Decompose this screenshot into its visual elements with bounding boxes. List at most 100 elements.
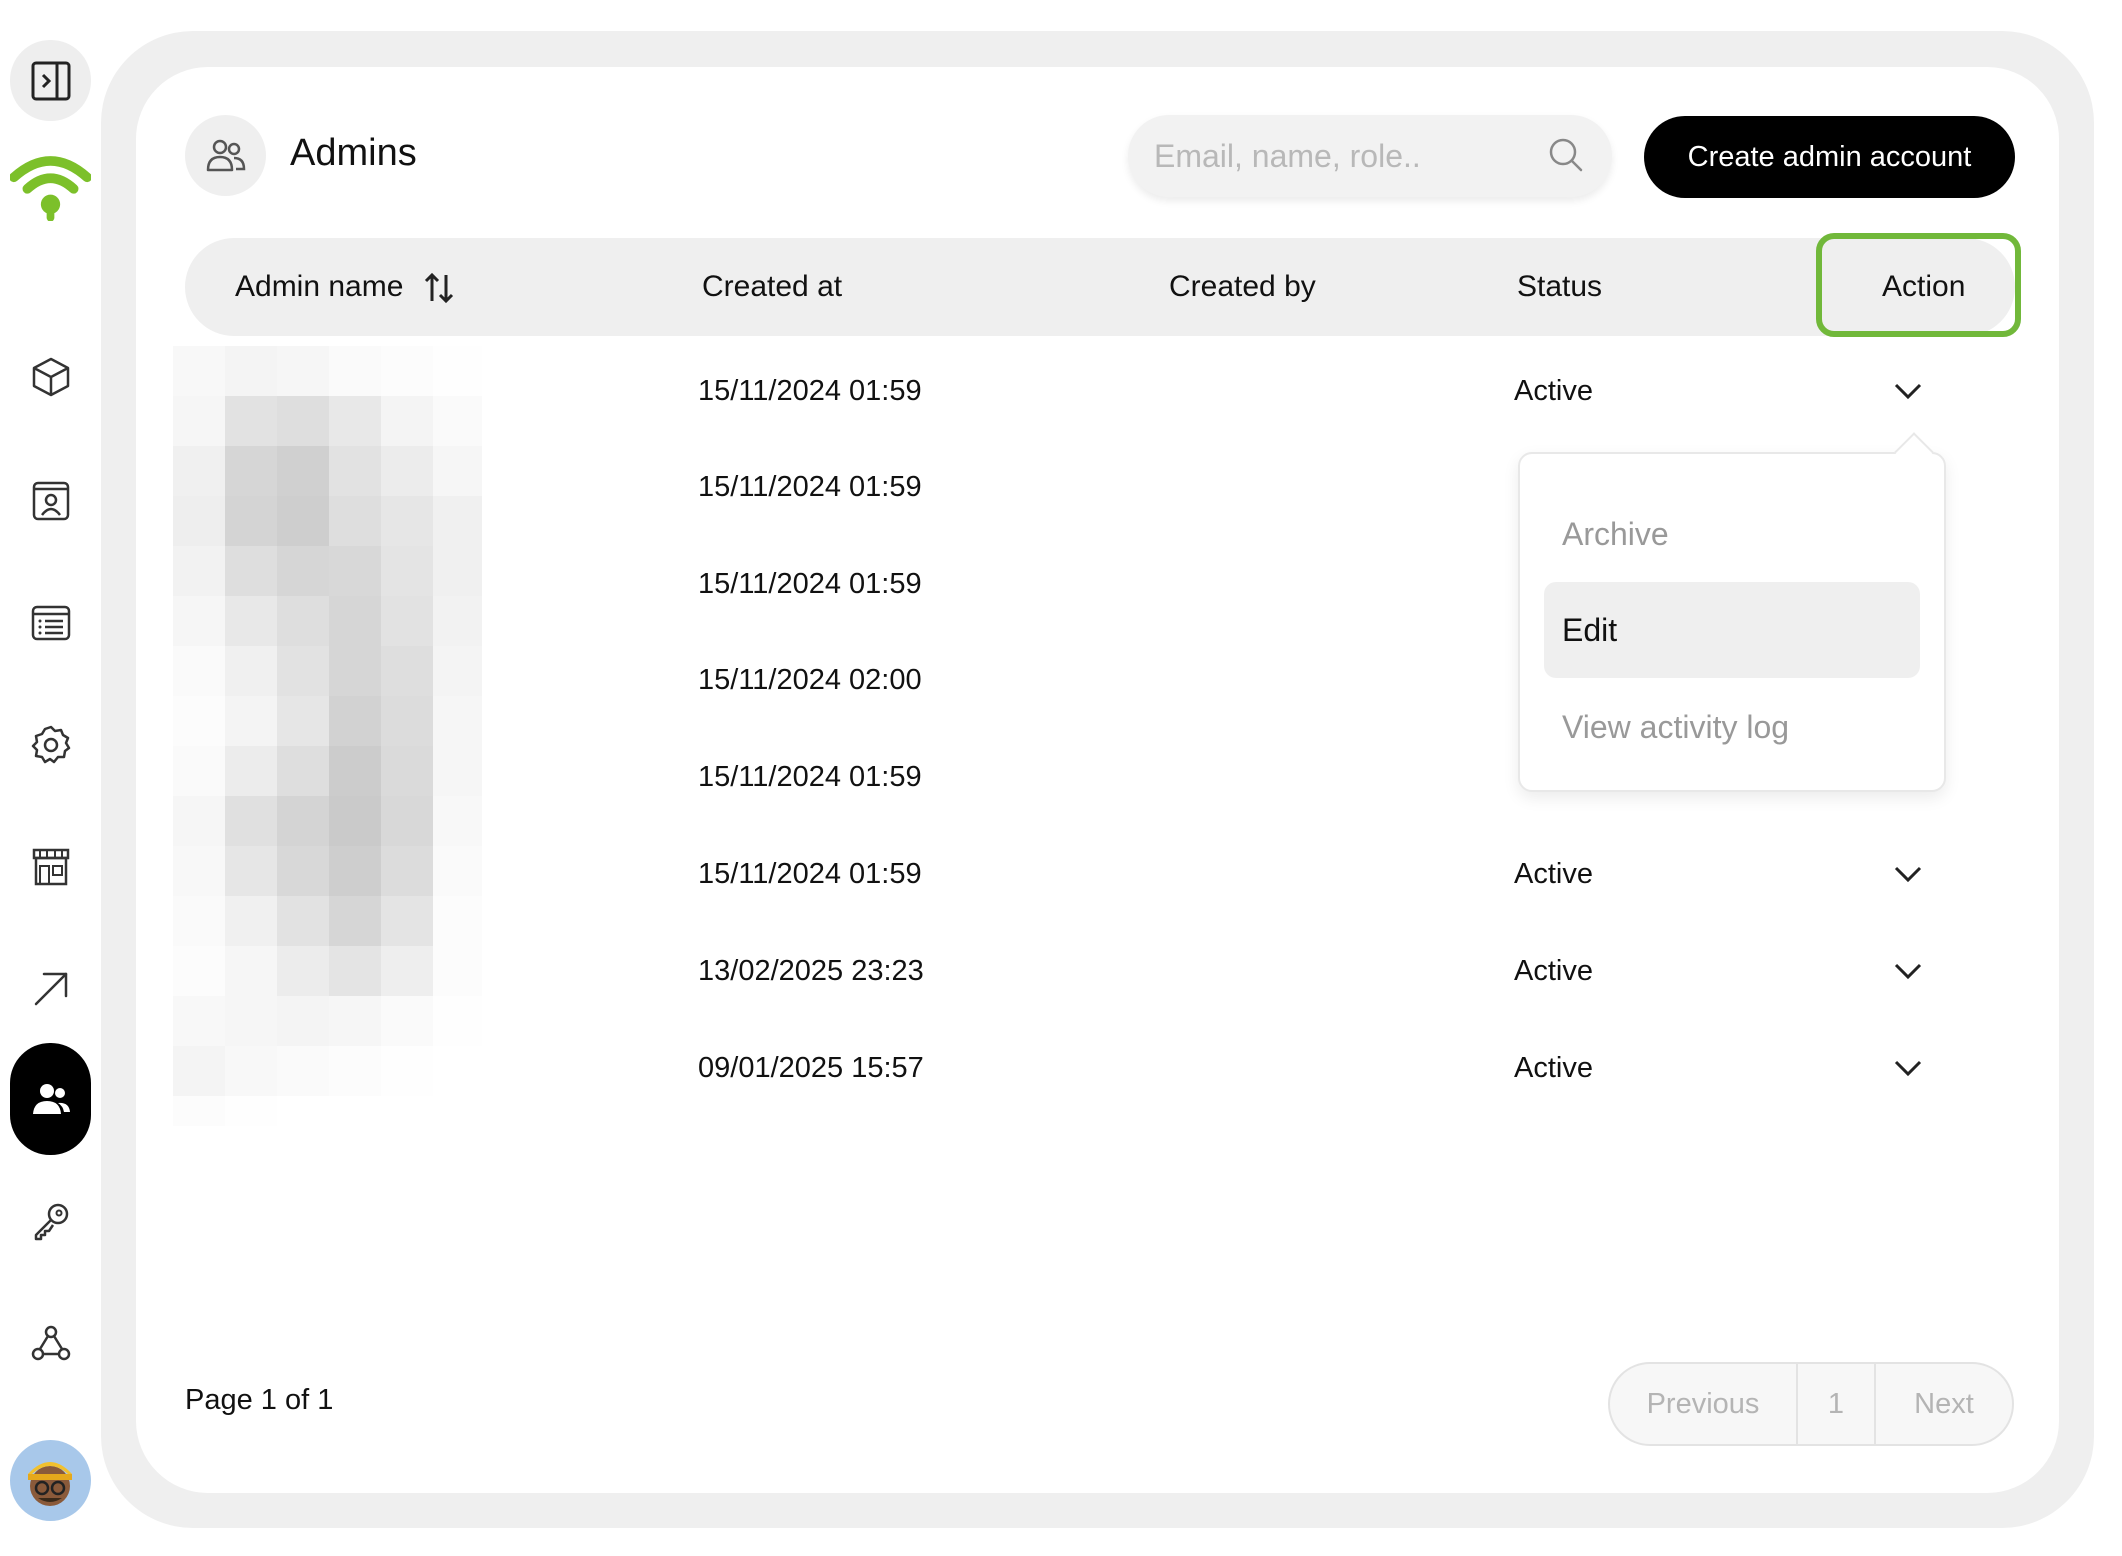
sidebar-item-api-keys[interactable] (10, 1176, 91, 1266)
redaction-pixel (329, 896, 382, 947)
redaction-pixel (173, 946, 226, 997)
redaction-pixel (381, 496, 434, 547)
redaction-pixel (433, 896, 482, 947)
sort-icon[interactable] (424, 271, 454, 305)
users-icon (32, 1084, 70, 1114)
next-button[interactable]: Next (1876, 1364, 2012, 1444)
search-icon[interactable] (1546, 135, 1586, 175)
redaction-pixel (433, 446, 482, 497)
previous-button[interactable]: Previous (1610, 1364, 1796, 1444)
brand-logo[interactable] (10, 146, 91, 224)
column-header-admin-name[interactable]: Admin name (235, 238, 454, 336)
redaction-pixel (381, 1096, 434, 1126)
redaction-pixel (225, 446, 278, 497)
redaction-pixel (381, 446, 434, 497)
redaction-pixel (277, 546, 330, 597)
redaction-pixel (381, 796, 434, 847)
chevron-down-icon[interactable] (1893, 1059, 1923, 1077)
created-at-cell: 15/11/2024 01:59 (698, 858, 922, 890)
status-cell: Active (1514, 858, 1593, 890)
redaction-pixel (277, 846, 330, 897)
sidebar-toggle-button[interactable] (10, 40, 91, 121)
chevron-down-icon[interactable] (1893, 382, 1923, 400)
sidebar-item-analytics[interactable] (10, 944, 91, 1034)
create-admin-button[interactable]: Create admin account (1644, 116, 2015, 198)
redaction-pixel (225, 646, 278, 697)
action-column-highlight (1816, 233, 2021, 337)
sidebar-item-stores[interactable] (10, 822, 91, 912)
redaction-pixel (277, 596, 330, 647)
redaction-pixel (225, 396, 278, 447)
redaction-pixel (433, 846, 482, 897)
redaction-pixel (225, 1096, 278, 1126)
redaction-pixel (433, 746, 482, 797)
sidebar-item-products[interactable] (10, 332, 91, 422)
panel-toggle-icon (31, 61, 70, 100)
table-header: Admin name Created at Created by Status … (185, 238, 2015, 336)
redaction-pixel (173, 346, 226, 397)
users-outline-icon (206, 139, 245, 171)
pagination: Previous 1 Next (1608, 1362, 2014, 1446)
redaction-pixel (381, 596, 434, 647)
menu-item-archive[interactable]: Archive (1544, 486, 1920, 582)
redaction-pixel (277, 796, 330, 847)
wifi-logo-icon (10, 156, 91, 221)
sidebar-item-settings[interactable] (10, 700, 91, 790)
page-icon (185, 115, 266, 196)
redaction-pixel (433, 946, 482, 997)
created-at-cell: 15/11/2024 02:00 (698, 664, 922, 696)
redaction-pixel (277, 1096, 330, 1126)
chevron-down-icon[interactable] (1893, 865, 1923, 883)
redaction-pixel (329, 446, 382, 497)
redaction-pixel (433, 396, 482, 447)
chevron-down-icon[interactable] (1893, 962, 1923, 980)
redaction-pixel (433, 346, 482, 397)
page-number-button[interactable]: 1 (1796, 1364, 1876, 1444)
redaction-pixel (173, 896, 226, 947)
created-at-cell: 13/02/2025 23:23 (698, 955, 924, 987)
contact-card-icon (32, 481, 69, 521)
list-document-icon (31, 605, 70, 641)
menu-item-view-activity-log[interactable]: View activity log (1544, 679, 1920, 775)
redaction-pixel (329, 696, 382, 747)
column-header-created-at: Created at (702, 270, 843, 303)
redaction-pixel (329, 1096, 382, 1126)
sidebar-item-reports[interactable] (10, 578, 91, 668)
search-input[interactable] (1154, 115, 1534, 197)
redaction-pixel (277, 896, 330, 947)
created-at-cell: 15/11/2024 01:59 (698, 375, 922, 407)
redaction-pixel (433, 1096, 482, 1126)
redaction-pixel (225, 996, 278, 1047)
redaction-pixel (381, 946, 434, 997)
avatar[interactable] (10, 1440, 91, 1521)
redaction-pixel (433, 1046, 482, 1097)
redaction-pixel (433, 546, 482, 597)
redaction-pixel (225, 946, 278, 997)
redaction-pixel (277, 946, 330, 997)
redaction-pixel (277, 996, 330, 1047)
redaction-pixel (381, 846, 434, 897)
redaction-pixel (433, 696, 482, 747)
column-header-label: Admin name (235, 270, 404, 303)
redaction-pixel (329, 796, 382, 847)
sidebar-item-webhooks[interactable] (10, 1298, 91, 1388)
redaction-pixel (433, 796, 482, 847)
redaction-pixel (173, 546, 226, 597)
redaction-pixel (225, 546, 278, 597)
search-box[interactable] (1128, 115, 1612, 197)
menu-item-edit[interactable]: Edit (1544, 582, 1920, 678)
redaction-pixel (381, 396, 434, 447)
redaction-pixel (173, 496, 226, 547)
redaction-pixel (381, 646, 434, 697)
redaction-pixel (381, 1046, 434, 1097)
redaction-pixel (225, 896, 278, 947)
redaction-pixel (225, 796, 278, 847)
redaction-pixel (329, 496, 382, 547)
redaction-pixel (173, 446, 226, 497)
redaction-pixel (173, 596, 226, 647)
status-cell: Active (1514, 1052, 1593, 1084)
redaction-pixel (173, 1046, 226, 1097)
sidebar-item-contacts[interactable] (10, 455, 91, 545)
redaction-pixel (381, 896, 434, 947)
sidebar-item-admins[interactable] (10, 1043, 91, 1155)
